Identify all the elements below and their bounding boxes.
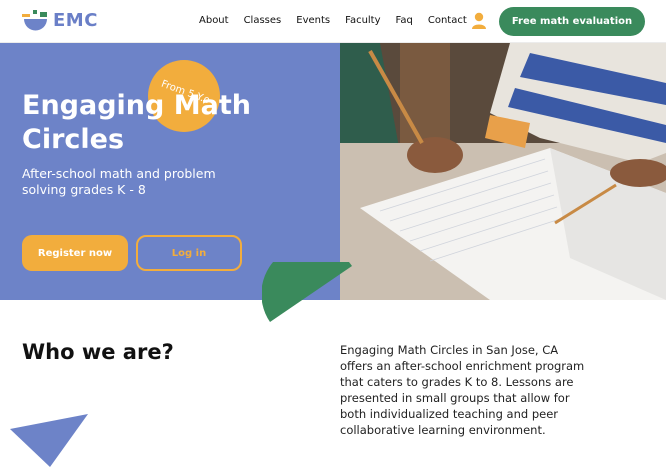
green-half-circle-decoration bbox=[262, 262, 352, 322]
blue-triangle-decoration bbox=[10, 414, 88, 467]
nav-about[interactable]: About bbox=[199, 15, 229, 29]
who-we-are-text: Engaging Math Circles in San Jose, CA of… bbox=[340, 343, 585, 437]
main-nav: About Classes Events Faculty Faq Contact bbox=[199, 15, 482, 29]
site-header: EMC About Classes Events Faculty Faq Con… bbox=[0, 0, 666, 43]
nav-faq[interactable]: Faq bbox=[396, 15, 413, 29]
brand-name: EMC bbox=[53, 10, 98, 31]
nav-faculty[interactable]: Faculty bbox=[345, 15, 380, 29]
hero-subtitle: After-school math and problem solving gr… bbox=[22, 166, 216, 197]
login-button[interactable]: Log in bbox=[136, 235, 242, 271]
free-evaluation-button[interactable]: Free math evaluation bbox=[499, 7, 645, 36]
who-we-are-title: Who we are? bbox=[22, 340, 174, 364]
nav-classes[interactable]: Classes bbox=[244, 15, 282, 29]
emc-logo-icon bbox=[22, 10, 47, 31]
nav-events[interactable]: Events bbox=[296, 15, 330, 29]
brand-logo[interactable]: EMC bbox=[22, 7, 102, 37]
user-icon[interactable] bbox=[471, 12, 487, 29]
hero-photo bbox=[340, 43, 666, 300]
register-button[interactable]: Register now bbox=[22, 235, 128, 271]
student-writing-image bbox=[340, 43, 666, 300]
hero-title: Engaging Math Circles bbox=[22, 90, 251, 155]
nav-contact[interactable]: Contact bbox=[428, 15, 467, 29]
